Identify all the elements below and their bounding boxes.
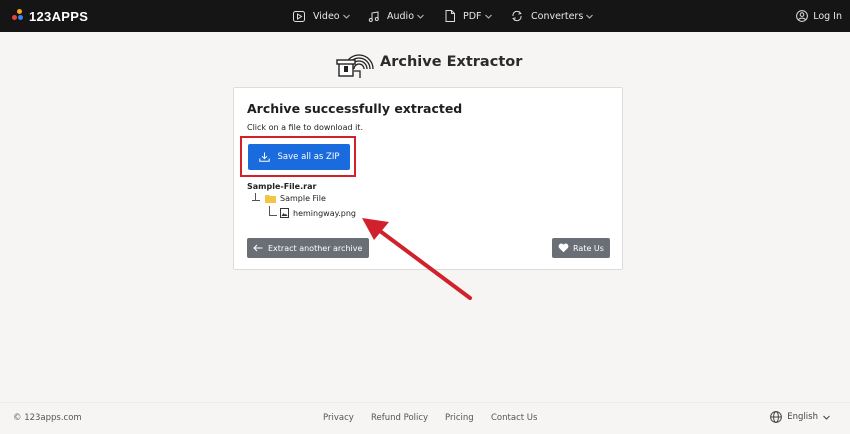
download-icon bbox=[258, 152, 270, 162]
tree-connector bbox=[269, 215, 277, 216]
nav-audio-label: Audio bbox=[387, 10, 415, 22]
result-card: Archive successfully extracted Click on … bbox=[233, 87, 623, 270]
footer: © 123apps.com Privacy Refund Policy Pric… bbox=[0, 402, 850, 434]
brand-logo[interactable]: 123APPS bbox=[12, 8, 89, 24]
footer-link-contact-us[interactable]: Contact Us bbox=[491, 413, 537, 423]
result-subtitle: Click on a file to download it. bbox=[247, 123, 363, 132]
login-label: Log In bbox=[813, 10, 842, 22]
chevron-down-icon bbox=[586, 14, 594, 19]
arrow-left-icon bbox=[253, 244, 263, 252]
top-nav-bar: 123APPS Video Audio PDF Converters Log I… bbox=[0, 0, 850, 32]
archive-extractor-logo bbox=[336, 54, 374, 78]
app-title: Archive Extractor bbox=[380, 54, 523, 70]
rate-us-button[interactable]: Rate Us bbox=[552, 238, 610, 258]
logo-text: 123APPS bbox=[29, 8, 89, 24]
chevron-down-icon bbox=[417, 14, 424, 19]
nav-pdf[interactable]: PDF bbox=[445, 0, 492, 32]
tree-file-label: hemingway.png bbox=[293, 208, 356, 218]
app-header: Archive Extractor bbox=[336, 44, 522, 80]
tree-file-item[interactable]: hemingway.png bbox=[280, 208, 356, 218]
globe-icon bbox=[770, 411, 783, 423]
tree-folder-item[interactable]: Sample File bbox=[265, 194, 326, 203]
footer-link-pricing[interactable]: Pricing bbox=[445, 413, 474, 423]
chevron-down-icon bbox=[342, 14, 350, 19]
music-note-icon bbox=[368, 10, 379, 22]
footer-link-refund-policy[interactable]: Refund Policy bbox=[371, 413, 428, 423]
extract-another-button[interactable]: Extract another archive bbox=[247, 238, 369, 258]
nav-video-label: Video bbox=[313, 10, 340, 22]
image-file-icon bbox=[280, 208, 289, 218]
save-all-zip-button[interactable]: Save all as ZIP bbox=[248, 144, 350, 170]
nav-converters[interactable]: Converters bbox=[511, 0, 594, 32]
chevron-down-icon bbox=[484, 14, 492, 19]
tree-connector bbox=[269, 206, 270, 215]
language-selector[interactable]: English bbox=[770, 411, 830, 423]
tree-folder-label: Sample File bbox=[280, 194, 326, 203]
folder-icon bbox=[265, 195, 276, 203]
language-label: English bbox=[787, 412, 818, 422]
nav-video[interactable]: Video bbox=[293, 0, 350, 32]
heart-icon bbox=[558, 243, 569, 253]
login-button[interactable]: Log In bbox=[796, 0, 842, 32]
play-square-icon bbox=[293, 10, 305, 22]
nav-pdf-label: PDF bbox=[463, 10, 482, 22]
document-icon bbox=[445, 10, 455, 22]
rate-us-label: Rate Us bbox=[573, 243, 604, 253]
user-circle-icon bbox=[796, 10, 809, 22]
save-all-zip-label: Save all as ZIP bbox=[277, 152, 340, 162]
tree-connector bbox=[255, 193, 256, 200]
nav-converters-label: Converters bbox=[531, 10, 584, 22]
refresh-icon bbox=[512, 10, 522, 22]
copyright-text: © 123apps.com bbox=[13, 413, 82, 423]
footer-link-privacy[interactable]: Privacy bbox=[323, 413, 354, 423]
nav-audio[interactable]: Audio bbox=[368, 0, 424, 32]
chevron-down-icon bbox=[823, 415, 830, 420]
extract-another-label: Extract another archive bbox=[268, 243, 363, 253]
logo-dots-icon bbox=[12, 9, 26, 23]
result-title: Archive successfully extracted bbox=[247, 101, 463, 116]
tree-connector bbox=[252, 200, 260, 201]
archive-root-name: Sample-File.rar bbox=[247, 182, 317, 191]
